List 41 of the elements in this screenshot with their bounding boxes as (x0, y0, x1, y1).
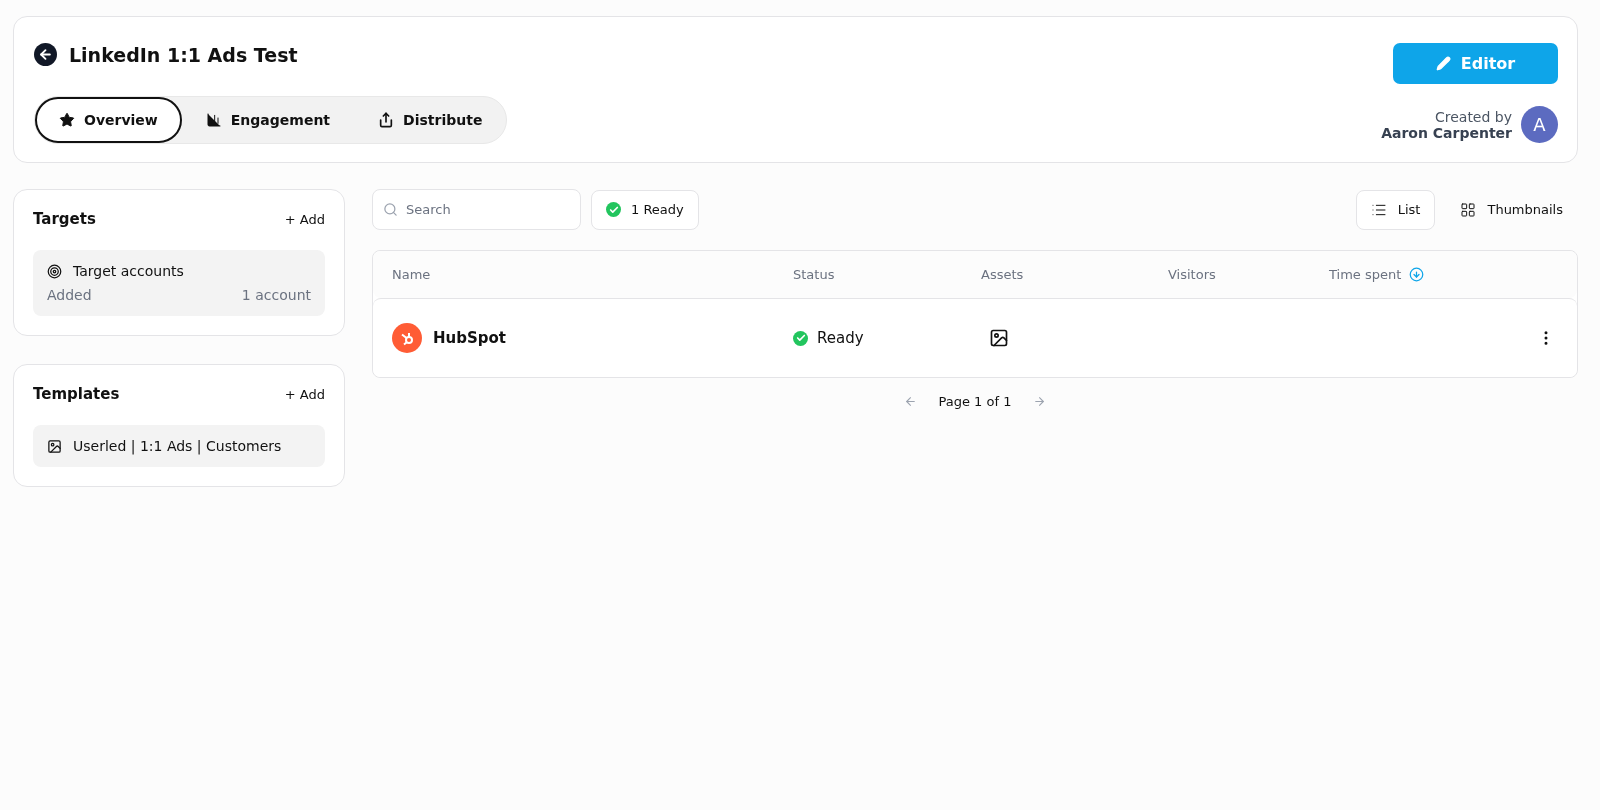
search-field[interactable]: Search (372, 189, 581, 230)
view-toggle[interactable]: List (1355, 189, 1436, 230)
page-title: LinkedIn 1:1 Ads Test (69, 43, 298, 66)
column-header: Name (392, 267, 432, 282)
tab[interactable]: Distribute (354, 97, 507, 143)
target-icon (47, 263, 62, 279)
tab[interactable]: Engagement (181, 97, 355, 143)
row-name: HubSpot (433, 329, 506, 347)
status-dot (793, 330, 808, 346)
back-button[interactable] (34, 43, 57, 66)
pencil-icon (1435, 56, 1451, 71)
sort-icon (1409, 267, 1425, 282)
user-avatar: A (1521, 106, 1558, 143)
item-status: Added (47, 287, 92, 303)
created-by-label: Created by (1434, 108, 1512, 125)
panel-title: Templates (33, 385, 120, 403)
status-label: Ready (817, 329, 864, 347)
tab[interactable]: Overview (35, 97, 182, 143)
bar-chart-icon (205, 112, 222, 128)
sidebar-item[interactable]: Userled | 1:1 Ads | Customers (33, 425, 325, 467)
sidebar-item[interactable]: Target accounts Added 1 account (33, 250, 325, 316)
column-header: Status (793, 267, 836, 282)
column-header: Visitors (1168, 267, 1217, 282)
company-logo (392, 323, 422, 353)
item-label: Target accounts (73, 263, 184, 279)
add-button[interactable]: + Add (284, 386, 325, 402)
column-header: Time spent (1329, 267, 1537, 282)
panel-title: Targets (33, 210, 96, 228)
image-icon (47, 438, 62, 454)
star-icon (59, 112, 75, 128)
item-label: Userled | 1:1 Ads | Customers (73, 438, 282, 454)
ready-filter-button[interactable]: 1 Ready (591, 189, 699, 230)
upload-icon (378, 112, 395, 128)
image-icon (989, 328, 1009, 348)
view-toggle[interactable]: Thumbnails (1445, 189, 1578, 230)
item-count: 1 account (241, 287, 311, 303)
add-button[interactable]: + Add (284, 211, 325, 227)
creator-name: Aaron Carpenter (1381, 124, 1512, 141)
column-header: Assets (981, 267, 1025, 282)
grid-icon (1460, 201, 1477, 218)
page-indicator: Page 1 of 1 (938, 394, 1012, 409)
